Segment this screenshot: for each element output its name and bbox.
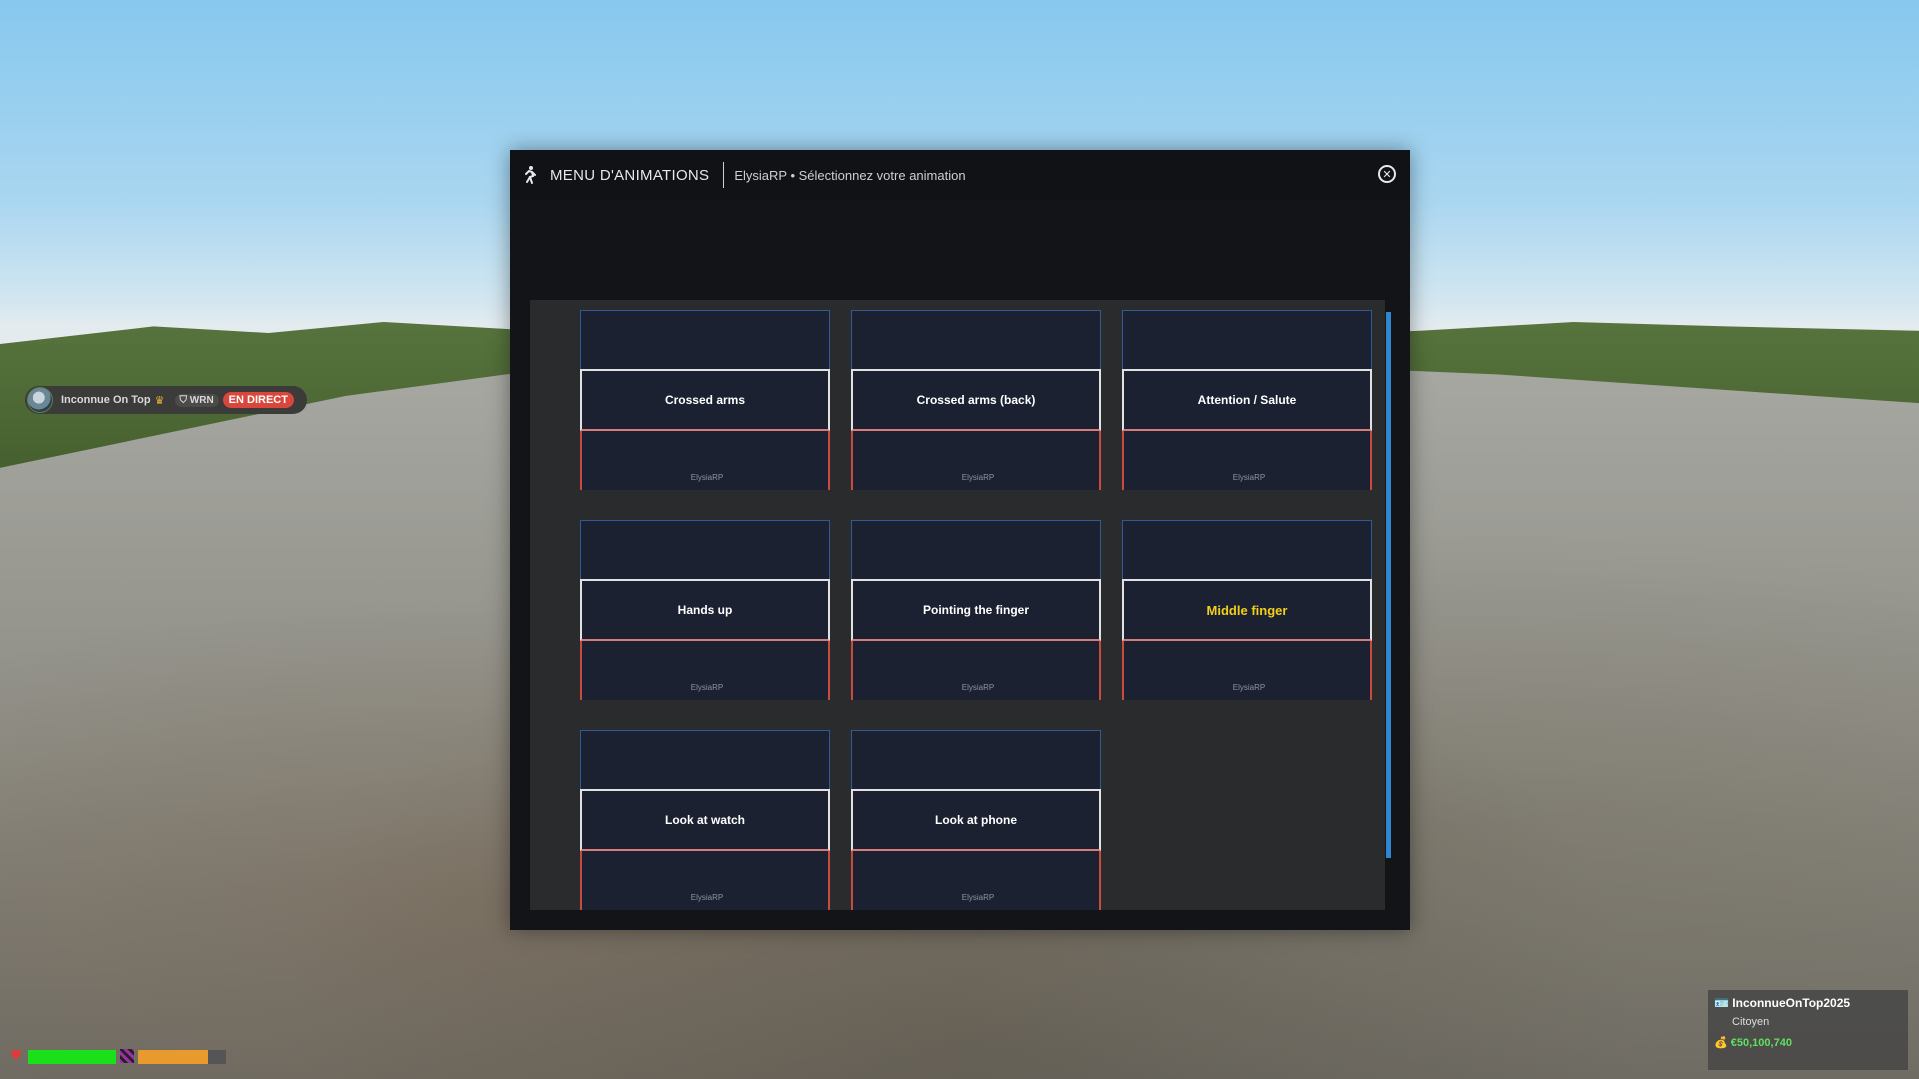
card-brand-label: ElysiaRP [961,473,995,482]
player-name: InconnueOnTop2025 [1732,996,1851,1010]
animation-label: Look at phone [851,789,1101,851]
badge-tag-text: WRN [189,394,214,406]
header-divider [723,162,725,188]
armor-bar [138,1050,226,1064]
armor-icon [120,1049,134,1063]
armor-bar-fill [138,1050,209,1064]
heart-icon: ♥ [10,1048,23,1064]
card-top [851,310,1101,369]
card-top [580,520,830,579]
animation-label: Pointing the finger [851,579,1101,641]
menu-subtitle: ElysiaRP • Sélectionnez votre animation [734,167,966,183]
scrollbar[interactable] [1386,312,1391,858]
animation-menu-window: MENU D'ANIMATIONS ElysiaRP • Sélectionne… [510,150,1410,930]
avatar [27,387,53,413]
card-brand-label: ElysiaRP [690,683,724,692]
animation-card[interactable]: Attention / Salute ElysiaRP [1122,310,1372,490]
player-info-card: 🪪 InconnueOnTop2025 Citoyen 💰 €50,100,74… [1708,990,1908,1070]
animation-card[interactable]: Crossed arms ElysiaRP [580,310,830,490]
card-bottom: ElysiaRP [1122,641,1372,700]
animation-label: Attention / Salute [1122,369,1372,431]
player-live-badge: Inconnue On Top ♛ ⛉ WRN EN DIRECT [25,386,307,414]
player-role: Citoyen [1732,1016,1770,1028]
card-bottom: ElysiaRP [580,431,830,490]
animation-grid-panel: Crossed arms ElysiaRP Crossed arms (back) E… [530,300,1385,910]
live-status-badge: EN DIRECT [222,392,294,408]
player-card-name: 🪪 InconnueOnTop2025 [1714,996,1851,1010]
menu-title: MENU D'ANIMATIONS [550,166,710,184]
animation-label: Look at watch [580,789,830,851]
card-top [851,520,1101,579]
money-amount: €50,100,740 [1730,1037,1792,1049]
player-money: 💰 €50,100,740 [1714,1037,1792,1049]
card-top [580,310,830,369]
animation-card[interactable]: Crossed arms (back) ElysiaRP [851,310,1101,490]
badge-player-name: Inconnue On Top [61,394,151,406]
status-bars: ♥ [8,1048,228,1066]
animation-label: Middle finger [1122,579,1372,641]
running-person-icon [525,166,536,184]
card-bottom: ElysiaRP [1122,431,1372,490]
card-brand-label: ElysiaRP [961,683,995,692]
animation-label: Crossed arms (back) [851,369,1101,431]
card-brand-label: ElysiaRP [961,893,995,902]
card-bottom: ElysiaRP [851,641,1101,700]
animation-label: Crossed arms [580,369,830,431]
card-brand-label: ElysiaRP [690,893,724,902]
card-top [1122,520,1372,579]
badge-tag: ⛉ WRN [174,393,219,407]
health-bar [28,1050,116,1064]
animation-card[interactable]: Middle finger ElysiaRP [1122,520,1372,700]
crown-icon: ♛ [154,394,165,407]
game-world: Inconnue On Top ♛ ⛉ WRN EN DIRECT MENU D… [0,0,1919,1079]
card-brand-label: ElysiaRP [690,473,724,482]
card-bottom: ElysiaRP [851,851,1101,910]
card-brand-label: ElysiaRP [1232,473,1266,482]
card-bottom: ElysiaRP [851,431,1101,490]
close-icon[interactable]: ✕ [1378,165,1396,183]
card-bottom: ElysiaRP [580,851,830,910]
card-top [1122,310,1372,369]
card-brand-label: ElysiaRP [1232,683,1266,692]
card-bottom: ElysiaRP [580,641,830,700]
animation-label: Hands up [580,579,830,641]
card-top [580,730,830,789]
health-bar-fill [28,1050,116,1064]
animation-card[interactable]: Pointing the finger ElysiaRP [851,520,1101,700]
animation-card[interactable]: Look at phone ElysiaRP [851,730,1101,910]
menu-header: MENU D'ANIMATIONS ElysiaRP • Sélectionne… [510,150,1410,200]
animation-card[interactable]: Look at watch ElysiaRP [580,730,830,910]
animation-card[interactable]: Hands up ElysiaRP [580,520,830,700]
card-top [851,730,1101,789]
